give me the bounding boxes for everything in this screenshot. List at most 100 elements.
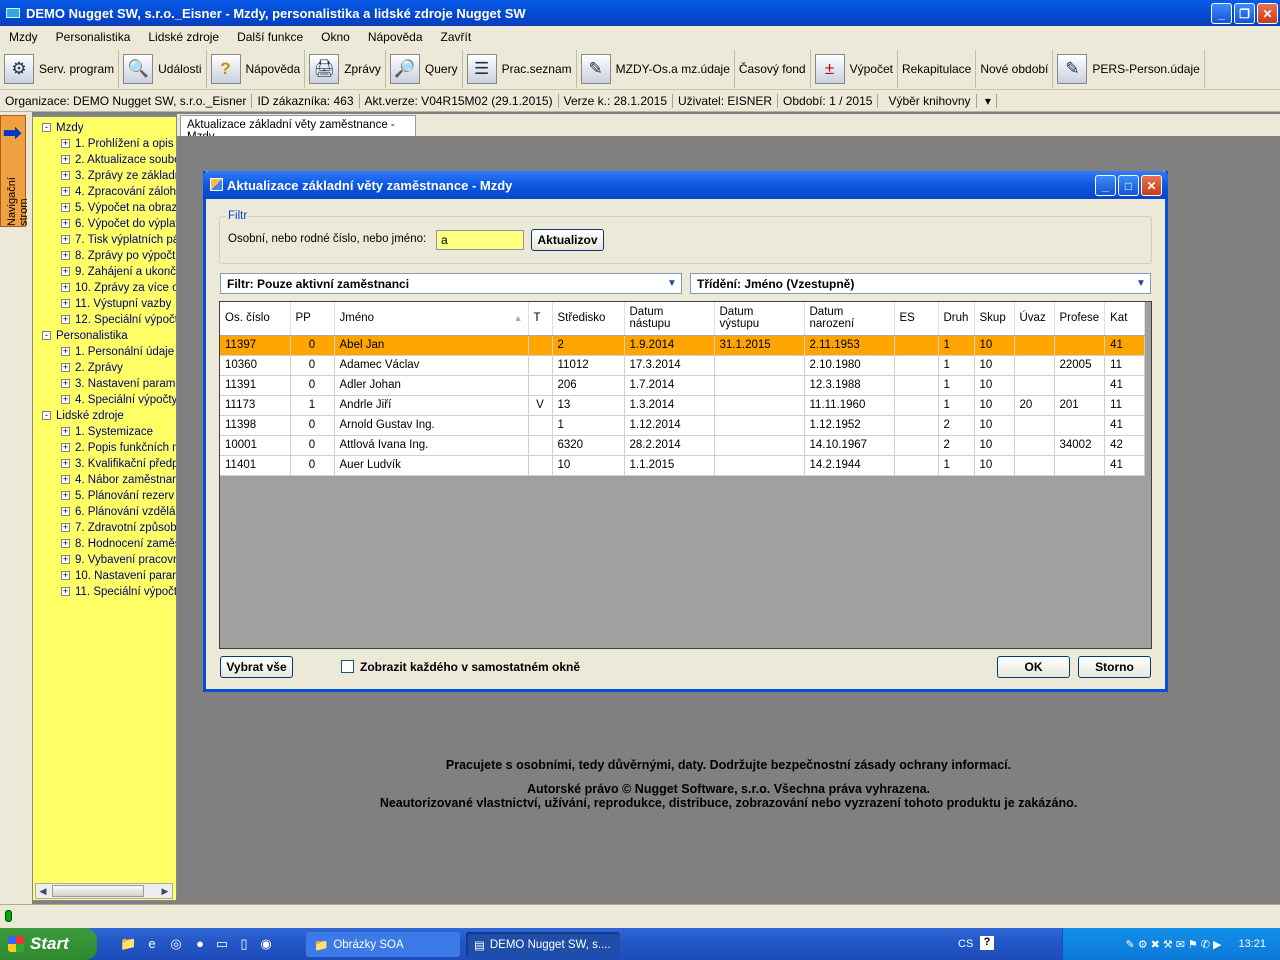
prac-seznam-button[interactable]: ☰ Prac.seznam	[463, 49, 577, 88]
collapse-icon[interactable]: -	[42, 411, 51, 421]
menu-dalsi-funkce[interactable]: Další funkce	[228, 30, 312, 44]
tree-horizontal-scrollbar[interactable]: ◀ ▶	[35, 883, 173, 899]
expand-icon[interactable]: +	[61, 475, 70, 485]
expand-icon[interactable]: +	[61, 443, 70, 453]
tree-node[interactable]: +2. Zprávy	[61, 360, 123, 376]
napoveda-button[interactable]: ? Nápověda	[207, 49, 306, 88]
document-tab[interactable]: Aktualizace základní věty zaměstnance - …	[180, 115, 416, 143]
tree-node[interactable]: +10. Zprávy za více o	[61, 280, 176, 296]
network-icon[interactable]: ◎	[168, 936, 184, 952]
tree-node[interactable]: +6. Výpočet do výplat	[61, 216, 176, 232]
table-row[interactable]: 11401 0 Auer Ludvík 10 1.1.2015 14.2.1944 1 10 4…	[220, 455, 1146, 476]
expand-icon[interactable]: +	[61, 379, 70, 389]
vypocet-button[interactable]: ± Výpočet	[811, 49, 898, 88]
menu-napoveda[interactable]: Nápověda	[359, 30, 432, 44]
tree-node[interactable]: +1. Personální údaje	[61, 344, 174, 360]
ie-icon[interactable]: e	[144, 936, 160, 952]
menu-lidske-zdroje[interactable]: Lidské zdroje	[139, 30, 228, 44]
expand-icon[interactable]: +	[61, 219, 70, 229]
library-select[interactable]: Výběr knihovny ▾	[878, 93, 1001, 108]
expand-icon[interactable]: +	[61, 507, 70, 517]
tree-node[interactable]: +4. Speciální výpočty	[61, 392, 176, 408]
column-header-kat[interactable]: Kat	[1104, 302, 1146, 336]
table-row[interactable]: 11398 0 Arnold Gustav Ing. 1 1.12.2014 1.12.1…	[220, 415, 1146, 436]
mzdy-os-button[interactable]: ✎ MZDY-Os.a mz.údaje	[577, 49, 735, 88]
pers-person-button[interactable]: ✎ PERS-Person.údaje	[1053, 49, 1205, 88]
column-header-datum-nastupu[interactable]: Datum nástupu	[624, 302, 715, 336]
tree-node[interactable]: +10. Nastavení param	[61, 568, 176, 584]
folder-icon[interactable]: 📁	[120, 936, 136, 952]
expand-icon[interactable]: +	[61, 587, 70, 597]
tree-node[interactable]: - Lidské zdroje	[42, 408, 124, 424]
select-all-button[interactable]: Vybrat vše	[220, 656, 293, 678]
dialog-minimize-button[interactable]: _	[1095, 175, 1116, 196]
tree-node[interactable]: +2. Popis funkčních m	[61, 440, 176, 456]
expand-icon[interactable]: +	[61, 555, 70, 565]
tree-node[interactable]: +8. Zprávy po výpočtu	[61, 248, 176, 264]
tree-node[interactable]: +1. Systemizace	[61, 424, 153, 440]
collapse-icon[interactable]: -	[42, 123, 51, 133]
column-header-skup[interactable]: Skup	[974, 302, 1015, 336]
expand-icon[interactable]: +	[61, 251, 70, 261]
restore-button[interactable]: ❐	[1234, 3, 1255, 24]
expand-icon[interactable]: +	[61, 299, 70, 309]
expand-icon[interactable]: +	[61, 235, 70, 245]
tree-node[interactable]: +3. Nastavení parame	[61, 376, 176, 392]
nove-obdobi-button[interactable]: Nové období	[976, 49, 1054, 88]
tree-node[interactable]: - Personalistika	[42, 328, 128, 344]
dialog-maximize-button[interactable]: □	[1118, 175, 1139, 196]
tree-node[interactable]: +3. Kvalifikační předp	[61, 456, 176, 472]
menu-personalistika[interactable]: Personalistika	[47, 30, 140, 44]
doc-quicklaunch-icon[interactable]: ▯	[236, 936, 252, 952]
tree-node[interactable]: +6. Plánování vzdělá	[61, 504, 175, 520]
tree-node[interactable]: +3. Zprávy ze základn	[61, 168, 176, 184]
casovy-fond-button[interactable]: Časový fond	[735, 49, 811, 88]
tree-node[interactable]: +11. Speciální výpočty	[61, 584, 176, 600]
expand-icon[interactable]: +	[61, 459, 70, 469]
menu-mzdy[interactable]: Mzdy	[0, 30, 47, 44]
menu-zavrit[interactable]: Zavřít	[432, 30, 481, 44]
tree-node[interactable]: +4. Nábor zaměstnan	[61, 472, 176, 488]
task-demo-nugget[interactable]: ▤ DEMO Nugget SW, s....	[466, 932, 620, 957]
firefox-icon[interactable]: ●	[192, 936, 208, 952]
minimize-button[interactable]: _	[1211, 3, 1232, 24]
expand-icon[interactable]: +	[61, 347, 70, 357]
expand-icon[interactable]: +	[61, 139, 70, 149]
expand-icon[interactable]: +	[61, 171, 70, 181]
scroll-left-icon[interactable]: ◀	[36, 884, 50, 898]
table-row[interactable]: 11173 1 Andrle Jiří V 13 1.3.2014 11.11.1960 1 1…	[220, 395, 1146, 416]
expand-icon[interactable]: +	[61, 203, 70, 213]
tree-node[interactable]: +1. Prohlížení a opis s	[61, 136, 176, 152]
tree-node[interactable]: +2. Aktualizace soubo	[61, 152, 176, 168]
column-header-datum-narozeni[interactable]: Datum narození	[804, 302, 895, 336]
column-header-pp[interactable]: PP	[290, 302, 335, 336]
tree-node[interactable]: +8. Hodnocení zaměs	[61, 536, 176, 552]
help-tray-icon[interactable]: ?	[980, 936, 994, 950]
table-row[interactable]: 10360 0 Adamec Václav 11012 17.3.2014 2.10.19…	[220, 355, 1146, 376]
tree-node[interactable]: +7. Zdravotní způsob	[61, 520, 176, 536]
expand-icon[interactable]: +	[61, 395, 70, 405]
column-header-os-cislo[interactable]: Os. číslo	[220, 302, 291, 336]
expand-icon[interactable]: +	[61, 491, 70, 501]
rekapitulace-button[interactable]: Rekapitulace	[898, 49, 977, 88]
sort-combo[interactable]: Třídění: Jméno (Vzestupně) ▼	[690, 273, 1151, 294]
search-input[interactable]	[436, 230, 524, 250]
dialog-close-button[interactable]: ✕	[1141, 175, 1162, 196]
table-row[interactable]: 11391 0 Adler Johan 206 1.7.2014 12.3.1988 1 10…	[220, 375, 1146, 396]
task-obrazky-soa[interactable]: 📁 Obrázky SOA	[306, 932, 460, 957]
filter-combo[interactable]: Filtr: Pouze aktivní zaměstnanci ▼	[220, 273, 682, 294]
column-header-t[interactable]: T	[528, 302, 553, 336]
expand-icon[interactable]: +	[61, 523, 70, 533]
column-header-druh[interactable]: Druh	[938, 302, 975, 336]
tree-node[interactable]: +7. Tisk výplatních pá	[61, 232, 176, 248]
tree-node[interactable]: +11. Výstupní vazby	[61, 296, 171, 312]
refresh-button[interactable]: Aktualizov	[531, 229, 604, 251]
column-header-stredisko[interactable]: Středisko	[552, 302, 625, 336]
tree-node[interactable]: +5. Výpočet na obraz	[61, 200, 176, 216]
column-header-jmeno[interactable]: Jméno ▲	[334, 302, 529, 336]
media-quicklaunch-icon[interactable]: ◉	[258, 936, 274, 952]
tree-node[interactable]: +12. Speciální výpočty	[61, 312, 176, 328]
tree-node[interactable]: +9. Zahájení a ukonče	[61, 264, 176, 280]
scroll-thumb[interactable]	[52, 885, 144, 897]
column-header-datum-vystupu[interactable]: Datum výstupu	[714, 302, 805, 336]
